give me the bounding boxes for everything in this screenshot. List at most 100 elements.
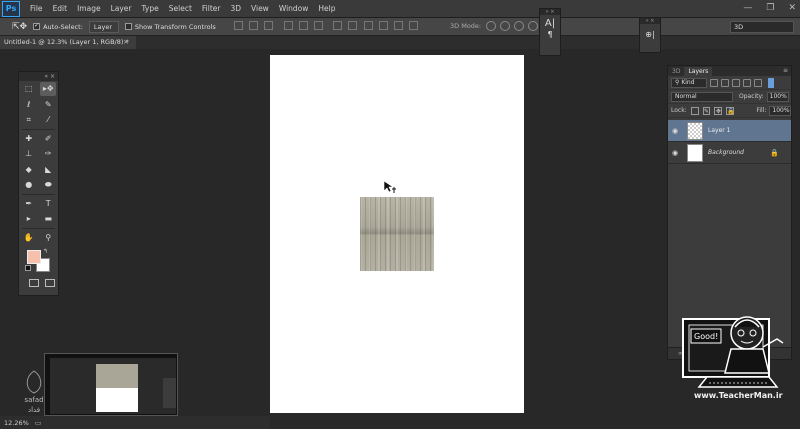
menu-image[interactable]: Image xyxy=(77,4,101,13)
lock-position-icon[interactable]: ✥ xyxy=(714,106,723,115)
close-button[interactable]: ✕ xyxy=(788,3,796,13)
kind-filter-select[interactable]: ⚲ Kind xyxy=(671,77,707,88)
type-tool-icon[interactable]: T xyxy=(40,196,56,210)
history-brush-icon[interactable]: ✑ xyxy=(40,147,56,161)
filter-pixel-icon[interactable] xyxy=(710,78,718,87)
menu-select[interactable]: Select xyxy=(169,4,192,13)
filter-type-icon[interactable] xyxy=(732,78,740,87)
3d-roll-icon[interactable] xyxy=(500,21,510,31)
pen-tool-icon[interactable]: ✒ xyxy=(21,196,37,210)
menu-edit[interactable]: Edit xyxy=(53,4,68,13)
path-selection-icon[interactable]: ▸ xyxy=(21,212,37,226)
tools-panel-header[interactable]: « × xyxy=(19,72,58,81)
paragraph-icon[interactable]: ¶ xyxy=(540,30,560,39)
document-tab[interactable]: Untitled-1 @ 12.3% (Layer 1, RGB/8) * × xyxy=(0,36,136,49)
show-transform-checkbox[interactable] xyxy=(124,23,132,30)
menu-filter[interactable]: Filter xyxy=(202,4,221,13)
align-hcenter-icon[interactable] xyxy=(298,21,308,30)
3d-panel-header[interactable]: » × xyxy=(640,18,660,24)
align-icons xyxy=(230,21,419,32)
workspace-select[interactable]: 3D xyxy=(730,21,794,33)
foreground-color-swatch[interactable] xyxy=(27,250,41,264)
align-left-icon[interactable] xyxy=(283,21,293,30)
lock-transparent-icon[interactable] xyxy=(690,106,699,115)
brush-tool-icon[interactable]: ✐ xyxy=(40,131,56,145)
3d-slide-icon[interactable] xyxy=(528,21,538,31)
tab-layers[interactable]: Layers xyxy=(684,67,713,76)
lasso-tool-icon[interactable]: ℓ xyxy=(21,97,37,111)
minimize-button[interactable]: — xyxy=(743,3,752,13)
filter-shape-icon[interactable] xyxy=(743,78,751,87)
marquee-tool-icon[interactable]: ⬚ xyxy=(21,82,37,96)
3d-rotate-icon[interactable] xyxy=(486,21,496,31)
doc-info-icon[interactable]: ▭ xyxy=(35,419,42,427)
visibility-eye-icon[interactable]: ◉ xyxy=(668,149,682,157)
kind-filter-label: Kind xyxy=(681,78,695,86)
menu-view[interactable]: View xyxy=(251,4,269,13)
move-tool-icon[interactable]: ⇱✥ xyxy=(12,22,27,32)
align-vcenter-icon[interactable] xyxy=(249,21,259,30)
auto-select-checkbox[interactable] xyxy=(33,23,41,30)
menu-file[interactable]: File xyxy=(30,4,43,13)
filter-toggle[interactable] xyxy=(768,77,774,88)
paint-bucket-icon[interactable]: ◣ xyxy=(40,162,56,176)
hand-tool-icon[interactable]: ✋ xyxy=(21,230,37,244)
menu-3d[interactable]: 3D xyxy=(230,4,241,13)
eraser-tool-icon[interactable]: ◆ xyxy=(21,162,37,176)
tab-3d[interactable]: 3D xyxy=(668,67,684,76)
align-top-icon[interactable] xyxy=(233,21,243,30)
menu-type[interactable]: Type xyxy=(142,4,159,13)
zoom-level-field[interactable]: 12.26% xyxy=(4,419,29,427)
3d-panel-icon[interactable]: ⊕| xyxy=(640,30,660,39)
blend-mode-select[interactable]: Normal xyxy=(671,91,733,102)
lock-image-icon[interactable]: ✎ xyxy=(702,106,711,115)
menu-window[interactable]: Window xyxy=(279,4,309,13)
align-right-icon[interactable] xyxy=(313,21,323,30)
zoom-tool-icon[interactable]: ⚲ xyxy=(40,230,56,244)
layer-row-layer-1[interactable]: ◉ Layer 1 xyxy=(668,120,791,142)
lock-all-icon[interactable]: 🔒 xyxy=(726,106,735,115)
align-bottom-icon[interactable] xyxy=(264,21,274,30)
clone-stamp-icon[interactable]: ⊥ xyxy=(21,147,37,161)
layer-name[interactable]: Background xyxy=(708,149,744,156)
panel-menu-icon[interactable]: ≡ xyxy=(783,67,788,74)
watermark-leaf-icon xyxy=(26,370,42,394)
move-tool-icon[interactable]: ▸✥ xyxy=(40,81,57,96)
opacity-field[interactable]: 100% xyxy=(766,91,789,102)
dodge-tool-icon[interactable]: ⬬ xyxy=(40,178,56,192)
status-bar: 12.26% ▭ xyxy=(0,416,270,429)
character-panel-header[interactable]: » × xyxy=(540,9,560,15)
layer-row-background[interactable]: ◉ Background 🔒 xyxy=(668,142,791,164)
healing-brush-icon[interactable]: ✚ xyxy=(21,131,37,145)
3d-pan-icon[interactable] xyxy=(514,21,524,31)
restore-button[interactable]: ❐ xyxy=(766,3,774,13)
default-colors-icon[interactable] xyxy=(25,265,31,271)
distribute-left-icon[interactable] xyxy=(378,21,388,30)
eyedropper-icon[interactable]: ⁄ xyxy=(40,113,56,127)
crop-tool-icon[interactable]: ⌗ xyxy=(21,113,37,127)
fill-field[interactable]: 100% xyxy=(769,105,791,116)
quick-selection-icon[interactable]: ✎ xyxy=(40,97,56,111)
filter-smart-object-icon[interactable] xyxy=(754,78,762,87)
character-icon[interactable]: A| xyxy=(540,18,560,29)
distribute-top-icon[interactable] xyxy=(333,21,343,30)
layer-1-texture[interactable] xyxy=(360,197,434,271)
auto-select-option[interactable]: Auto-Select: xyxy=(33,23,83,31)
screen-mode-icon[interactable] xyxy=(45,279,55,287)
blur-tool-icon[interactable]: ● xyxy=(21,178,37,192)
menu-help[interactable]: Help xyxy=(318,4,335,13)
distribute-right-icon[interactable] xyxy=(409,21,419,30)
distribute-bottom-icon[interactable] xyxy=(363,21,373,30)
visibility-eye-icon[interactable]: ◉ xyxy=(668,127,682,135)
distribute-vcenter-icon[interactable] xyxy=(348,21,358,30)
filter-adjustment-icon[interactable] xyxy=(721,78,729,87)
show-transform-option[interactable]: Show Transform Controls xyxy=(124,23,216,31)
rectangle-tool-icon[interactable]: ▬ xyxy=(40,212,56,226)
quick-mask-icon[interactable] xyxy=(29,279,39,287)
menu-layer[interactable]: Layer xyxy=(111,4,132,13)
auto-select-dropdown[interactable]: Layer xyxy=(88,20,119,33)
distribute-hcenter-icon[interactable] xyxy=(394,21,404,30)
swap-colors-icon[interactable]: ↰ xyxy=(43,248,48,255)
layer-name[interactable]: Layer 1 xyxy=(708,127,730,134)
tab-close-icon[interactable]: × xyxy=(123,36,129,49)
